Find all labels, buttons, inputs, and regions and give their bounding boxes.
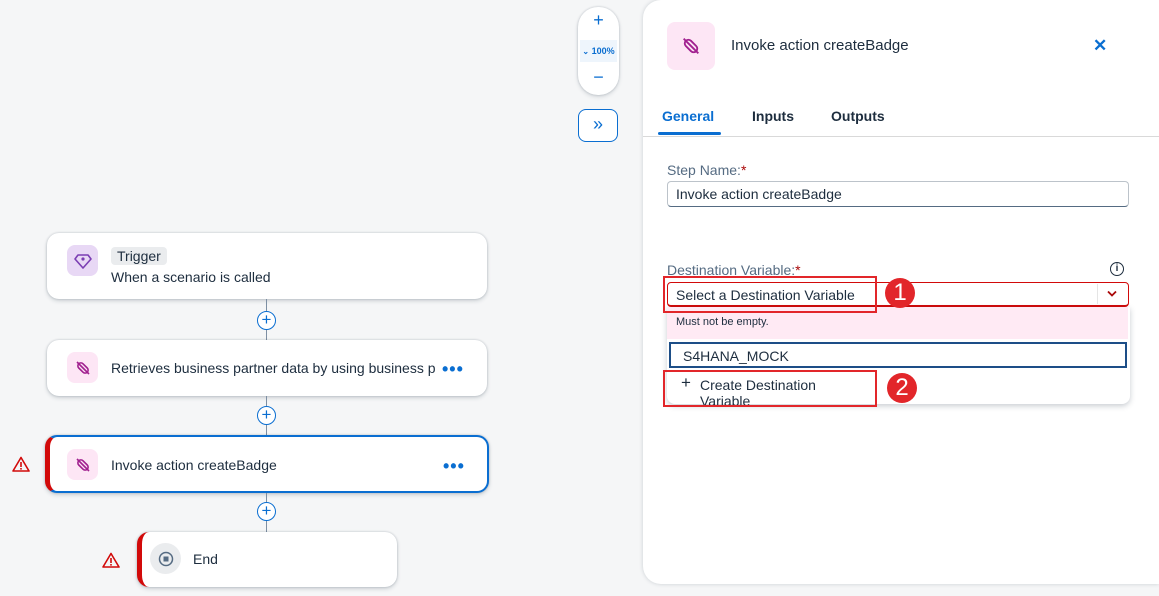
action-icon xyxy=(67,352,98,383)
annotation-badge: 2 xyxy=(887,373,917,403)
close-icon[interactable]: ✕ xyxy=(1093,36,1107,56)
zoom-out-button[interactable]: − xyxy=(578,67,619,88)
annotation-highlight-box xyxy=(663,370,877,407)
end-step-card[interactable]: End xyxy=(137,532,397,587)
active-tab-indicator xyxy=(658,132,721,135)
double-chevron-right-icon: » xyxy=(592,114,603,134)
zoom-in-button[interactable]: + xyxy=(578,10,619,31)
zoom-level-select[interactable]: ⌄ 100% xyxy=(580,40,617,62)
step-name-field[interactable]: Invoke action createBadge xyxy=(667,181,1129,207)
warning-icon xyxy=(102,552,120,568)
retrieve-step-title: Retrieves business partner data by using… xyxy=(111,360,436,376)
tab-divider xyxy=(643,136,1159,137)
trigger-tag: Trigger xyxy=(111,247,167,265)
dropdown-divider xyxy=(1097,284,1098,304)
annotation-highlight-box xyxy=(663,276,877,313)
action-icon xyxy=(67,449,98,480)
add-step-button[interactable]: + xyxy=(257,502,276,521)
expand-panel-button[interactable]: » xyxy=(578,109,618,142)
more-options-button[interactable]: ••• xyxy=(442,360,464,378)
add-step-button[interactable]: + xyxy=(257,311,276,330)
panel-title: Invoke action createBadge xyxy=(731,37,909,54)
invoke-step-title: Invoke action createBadge xyxy=(111,457,277,473)
tab-outputs[interactable]: Outputs xyxy=(831,108,885,124)
more-options-button[interactable]: ••• xyxy=(443,457,465,475)
panel-action-icon xyxy=(667,22,715,70)
annotation-badge: 1 xyxy=(885,278,915,308)
step-name-label: Step Name:* xyxy=(667,162,747,178)
option-label: S4HANA_MOCK xyxy=(683,348,789,364)
tab-general[interactable]: General xyxy=(662,108,714,124)
chevron-down-icon: ⌄ xyxy=(582,47,590,56)
end-step-title: End xyxy=(193,551,218,567)
trigger-icon xyxy=(67,245,98,276)
tab-inputs[interactable]: Inputs xyxy=(752,108,794,124)
option-item[interactable]: S4HANA_MOCK xyxy=(669,342,1127,368)
retrieve-step-card[interactable]: Retrieves business partner data by using… xyxy=(47,340,487,396)
info-icon[interactable]: i xyxy=(1110,262,1124,276)
invoke-step-card[interactable]: Invoke action createBadge ••• xyxy=(45,435,489,493)
warning-icon xyxy=(12,456,30,472)
stop-icon xyxy=(150,543,181,574)
chevron-down-icon[interactable] xyxy=(1106,289,1118,299)
zoom-control: + ⌄ 100% − xyxy=(578,7,619,95)
trigger-title: When a scenario is called xyxy=(111,269,271,285)
add-step-button[interactable]: + xyxy=(257,406,276,425)
zoom-level: 100% xyxy=(591,46,615,56)
trigger-step-card[interactable]: Trigger When a scenario is called xyxy=(47,233,487,299)
